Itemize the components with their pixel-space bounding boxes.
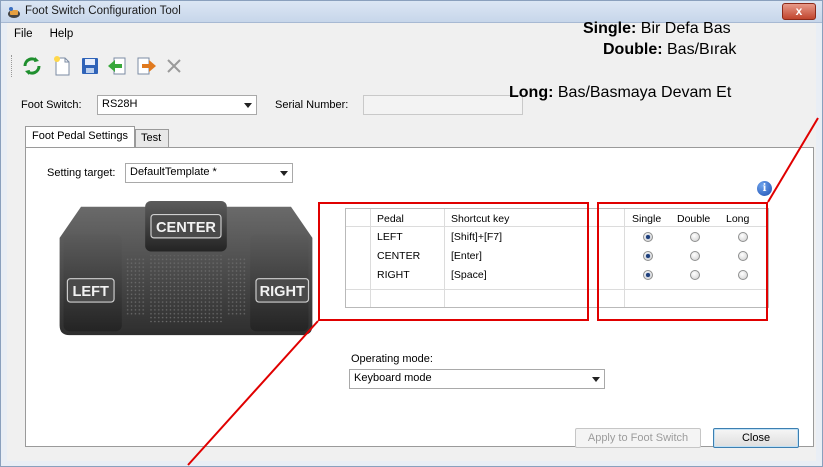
arrow-to-modes: [767, 117, 819, 203]
arrow-to-shortcuts: [187, 320, 319, 466]
annotation-arrows: [187, 117, 819, 466]
